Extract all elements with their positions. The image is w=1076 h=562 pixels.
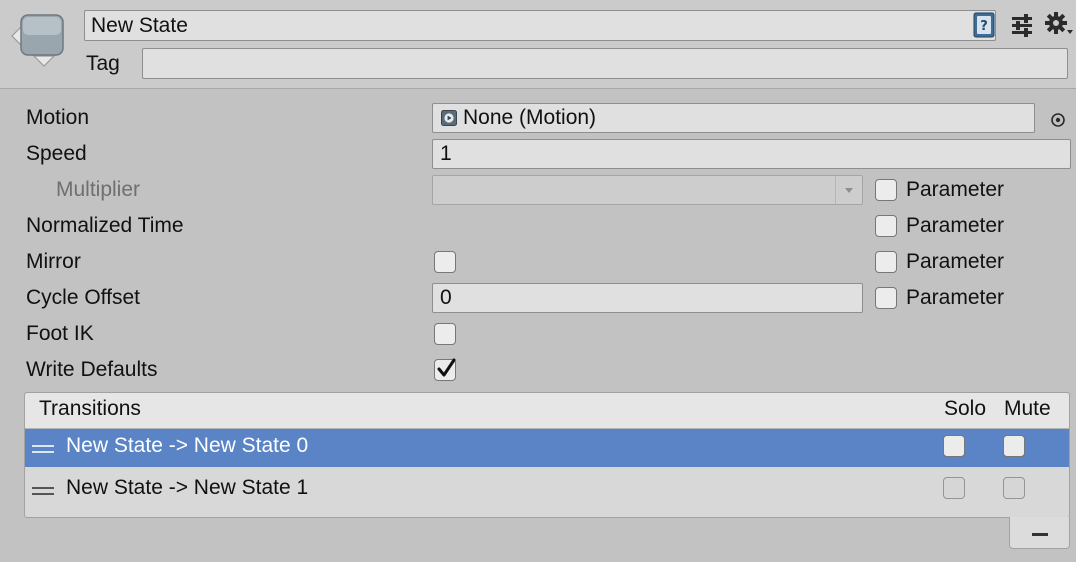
tag-input[interactable] [142,48,1068,79]
transition-row[interactable]: New State -> New State 1 [25,469,1069,507]
cycle-offset-input[interactable]: 0 [432,283,863,313]
transition-mute-checkbox[interactable] [1003,477,1025,499]
write-defaults-checkbox[interactable] [434,358,456,381]
cycle-offset-label: Cycle Offset [26,286,140,309]
preset-sliders-icon[interactable] [1010,12,1034,38]
object-picker-icon[interactable] [1050,110,1066,127]
transitions-header [25,393,1069,429]
normalized-time-parameter-checkbox[interactable] [875,215,897,237]
drag-handle-icon[interactable] [32,445,54,453]
transition-label: New State -> New State 1 [66,476,309,499]
multiplier-parameter-label: Parameter [906,178,1005,201]
transition-label: New State -> New State 0 [66,434,309,457]
dropdown-arrow-icon [835,176,862,204]
transition-row[interactable]: New State -> New State 0 [25,429,1069,467]
mirror-parameter-label: Parameter [906,250,1005,273]
transition-solo-checkbox[interactable] [943,435,965,457]
transition-mute-checkbox[interactable] [1003,435,1025,457]
minus-icon [1032,533,1048,536]
help-book-icon[interactable]: ? [972,12,996,38]
transition-solo-checkbox[interactable] [943,477,965,499]
drag-handle-icon[interactable] [32,487,54,495]
write-defaults-label: Write Defaults [26,358,158,381]
gear-icon[interactable] [1044,10,1074,38]
checkmark-icon [437,358,456,377]
mirror-parameter-checkbox[interactable] [875,251,897,273]
mute-column-header: Mute [1004,397,1051,420]
cycle-offset-parameter-checkbox[interactable] [875,287,897,309]
mirror-label: Mirror [26,250,81,273]
motion-clip-icon [441,106,457,126]
solo-column-header: Solo [944,397,987,420]
transitions-title: Transitions [39,397,141,420]
state-name-input[interactable]: New State [84,10,996,41]
remove-transition-button[interactable] [1009,517,1070,549]
multiplier-dropdown[interactable] [432,175,863,205]
normalized-time-label: Normalized Time [26,214,184,237]
normalized-time-parameter-label: Parameter [906,214,1005,237]
svg-text:?: ? [980,19,988,34]
tag-label: Tag [86,52,120,75]
multiplier-parameter-checkbox[interactable] [875,179,897,201]
multiplier-label: Multiplier [56,178,141,201]
speed-input[interactable]: 1 [432,139,1071,169]
motion-label: Motion [26,106,90,129]
state-icon [8,10,68,70]
foot-ik-checkbox[interactable] [434,323,456,345]
foot-ik-label: Foot IK [26,322,94,345]
cycle-offset-parameter-label: Parameter [906,286,1005,309]
motion-value: None (Motion) [463,106,597,129]
motion-field[interactable]: None (Motion) [432,103,1035,133]
mirror-checkbox[interactable] [434,251,456,273]
speed-label: Speed [26,142,87,165]
